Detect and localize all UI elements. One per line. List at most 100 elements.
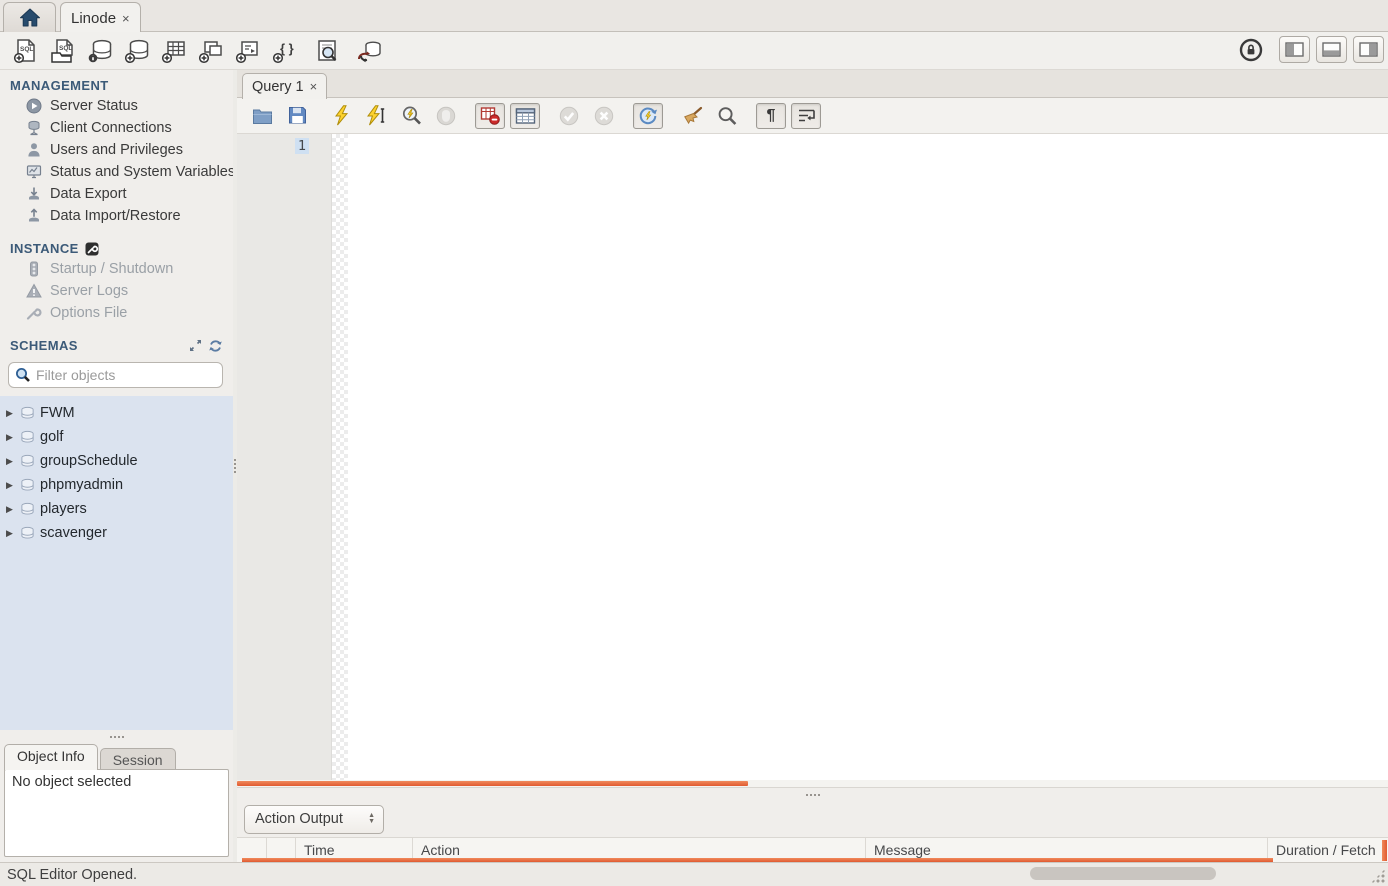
find-panel-button[interactable] bbox=[712, 103, 742, 129]
expander-icon[interactable]: ▶ bbox=[4, 528, 15, 539]
schema-item-golf[interactable]: ▶ golf bbox=[0, 425, 233, 449]
sidebar-item-data-import[interactable]: Data Import/Restore bbox=[0, 205, 233, 227]
toggle-invisible-characters-button[interactable]: ¶ bbox=[756, 103, 786, 129]
data-import-icon bbox=[26, 208, 42, 224]
close-icon[interactable]: × bbox=[310, 79, 318, 94]
commit-button[interactable] bbox=[554, 103, 584, 129]
sidebar-item-client-connections[interactable]: Client Connections bbox=[0, 117, 233, 139]
tab-connection-linode[interactable]: Linode × bbox=[60, 2, 141, 33]
open-sql-script-button[interactable]: SQL bbox=[44, 36, 81, 66]
tab-query-1[interactable]: Query 1 × bbox=[242, 73, 327, 99]
schema-item-scavenger[interactable]: ▶ scavenger bbox=[0, 521, 233, 545]
svg-text:SQL: SQL bbox=[59, 45, 72, 52]
schema-filter-box[interactable] bbox=[8, 362, 223, 388]
expander-icon[interactable]: ▶ bbox=[4, 480, 15, 491]
sql-editor[interactable]: 1 bbox=[237, 134, 1388, 780]
output-view-select[interactable]: Action Output ▲ ▼ bbox=[244, 805, 384, 834]
stop-execution-button[interactable] bbox=[431, 103, 461, 129]
schema-icon bbox=[20, 526, 35, 540]
schema-item-fwm[interactable]: ▶ FWM bbox=[0, 401, 233, 425]
schema-icon bbox=[20, 502, 35, 516]
management-section-title: MANAGEMENT bbox=[0, 70, 233, 95]
status-text: SQL Editor Opened. bbox=[7, 867, 137, 883]
status-bar: SQL Editor Opened. bbox=[0, 862, 1388, 886]
mysql-workbench-window: Linode × SQL SQL bbox=[0, 0, 1388, 886]
window-resize-grip[interactable] bbox=[1371, 869, 1385, 883]
schema-item-phpmyadmin[interactable]: ▶ phpmyadmin bbox=[0, 473, 233, 497]
editor-text-area[interactable] bbox=[348, 134, 1388, 780]
connection-tab-label: Linode bbox=[71, 10, 116, 27]
line-number: 1 bbox=[295, 138, 309, 154]
sidebar: MANAGEMENT Server Status Client Connecti… bbox=[0, 70, 233, 862]
output-splitter[interactable] bbox=[237, 788, 1388, 801]
schema-item-players[interactable]: ▶ players bbox=[0, 497, 233, 521]
filter-objects-input[interactable] bbox=[36, 367, 217, 383]
schema-icon bbox=[20, 406, 35, 420]
object-info-panel: No object selected bbox=[4, 769, 229, 857]
editor-hscrollbar[interactable] bbox=[237, 780, 1388, 788]
main-area: Query 1 × bbox=[237, 70, 1388, 862]
toggle-stop-on-error-button[interactable] bbox=[475, 103, 505, 129]
sidebar-item-options-file[interactable]: Options File bbox=[0, 302, 233, 324]
execute-script-button[interactable] bbox=[326, 103, 356, 129]
schema-tree: ▶ FWM ▶ golf ▶ groupSchedule ▶ phpmyadmi… bbox=[0, 396, 233, 730]
query-tabbar: Query 1 × bbox=[237, 70, 1388, 98]
expander-icon[interactable]: ▶ bbox=[4, 432, 15, 443]
svg-text:{ }: { } bbox=[280, 41, 294, 56]
schema-icon bbox=[20, 478, 35, 492]
create-function-button[interactable]: { } bbox=[266, 36, 303, 66]
save-script-button[interactable] bbox=[282, 103, 312, 129]
schema-item-groupschedule[interactable]: ▶ groupSchedule bbox=[0, 449, 233, 473]
tab-session[interactable]: Session bbox=[100, 748, 176, 770]
execute-current-statement-button[interactable] bbox=[361, 103, 391, 129]
schema-inspector-button[interactable] bbox=[81, 36, 118, 66]
expander-icon[interactable]: ▶ bbox=[4, 408, 15, 419]
select-spinner-icon: ▲ ▼ bbox=[368, 813, 375, 825]
toggle-left-sidebar-button[interactable] bbox=[1279, 36, 1310, 63]
main-toolbar: SQL SQL bbox=[0, 32, 1388, 70]
output-vscrollbar-thumb[interactable] bbox=[1382, 840, 1387, 861]
create-table-button[interactable] bbox=[155, 36, 192, 66]
system-variables-icon bbox=[26, 164, 42, 180]
new-query-tab-button[interactable]: SQL bbox=[7, 36, 44, 66]
sidebar-item-server-status[interactable]: Server Status bbox=[0, 95, 233, 117]
column-duration-fetch[interactable]: Duration / Fetch bbox=[1268, 838, 1388, 862]
refresh-schemas-icon[interactable] bbox=[208, 339, 223, 353]
sidebar-item-startup-shutdown[interactable]: Startup / Shutdown bbox=[0, 258, 233, 280]
startup-shutdown-icon bbox=[26, 261, 42, 277]
instance-section-title: INSTANCE bbox=[0, 227, 233, 258]
sidebar-item-users-privileges[interactable]: Users and Privileges bbox=[0, 139, 233, 161]
sidebar-item-server-logs[interactable]: Server Logs bbox=[0, 280, 233, 302]
beautify-sql-button[interactable] bbox=[677, 103, 707, 129]
pilcrow-icon: ¶ bbox=[767, 107, 776, 125]
sidebar-bottom-splitter[interactable] bbox=[0, 730, 233, 743]
toggle-autocommit-button[interactable] bbox=[633, 103, 663, 129]
output-view-label: Action Output bbox=[255, 811, 368, 827]
reconnect-dbms-button[interactable] bbox=[350, 36, 387, 66]
tab-home[interactable] bbox=[3, 2, 56, 32]
expander-icon[interactable]: ▶ bbox=[4, 504, 15, 515]
sidebar-item-system-variables[interactable]: Status and System Variables bbox=[0, 161, 233, 183]
create-schema-button[interactable] bbox=[118, 36, 155, 66]
editor-hscrollbar-thumb[interactable] bbox=[237, 781, 748, 786]
toggle-right-sidebar-button[interactable] bbox=[1353, 36, 1384, 63]
rollback-button[interactable] bbox=[589, 103, 619, 129]
sidebar-item-data-export[interactable]: Data Export bbox=[0, 183, 233, 205]
toolbar-right-controls bbox=[1239, 36, 1384, 63]
open-script-button[interactable] bbox=[247, 103, 277, 129]
close-icon[interactable]: × bbox=[122, 11, 130, 26]
explain-statement-button[interactable] bbox=[396, 103, 426, 129]
search-icon bbox=[15, 367, 31, 383]
search-table-data-button[interactable] bbox=[308, 36, 345, 66]
toggle-bottom-panel-button[interactable] bbox=[1316, 36, 1347, 63]
bottom-scrollbar-thumb[interactable] bbox=[1030, 867, 1216, 880]
create-procedure-button[interactable] bbox=[229, 36, 266, 66]
create-view-button[interactable] bbox=[192, 36, 229, 66]
expander-icon[interactable]: ▶ bbox=[4, 456, 15, 467]
configure-instance-icon[interactable] bbox=[85, 242, 99, 256]
toggle-limit-rows-button[interactable] bbox=[510, 103, 540, 129]
toggle-word-wrap-button[interactable] bbox=[791, 103, 821, 129]
tab-object-info[interactable]: Object Info bbox=[4, 744, 98, 770]
expand-schemas-icon[interactable] bbox=[189, 339, 202, 352]
data-export-icon bbox=[26, 186, 42, 202]
